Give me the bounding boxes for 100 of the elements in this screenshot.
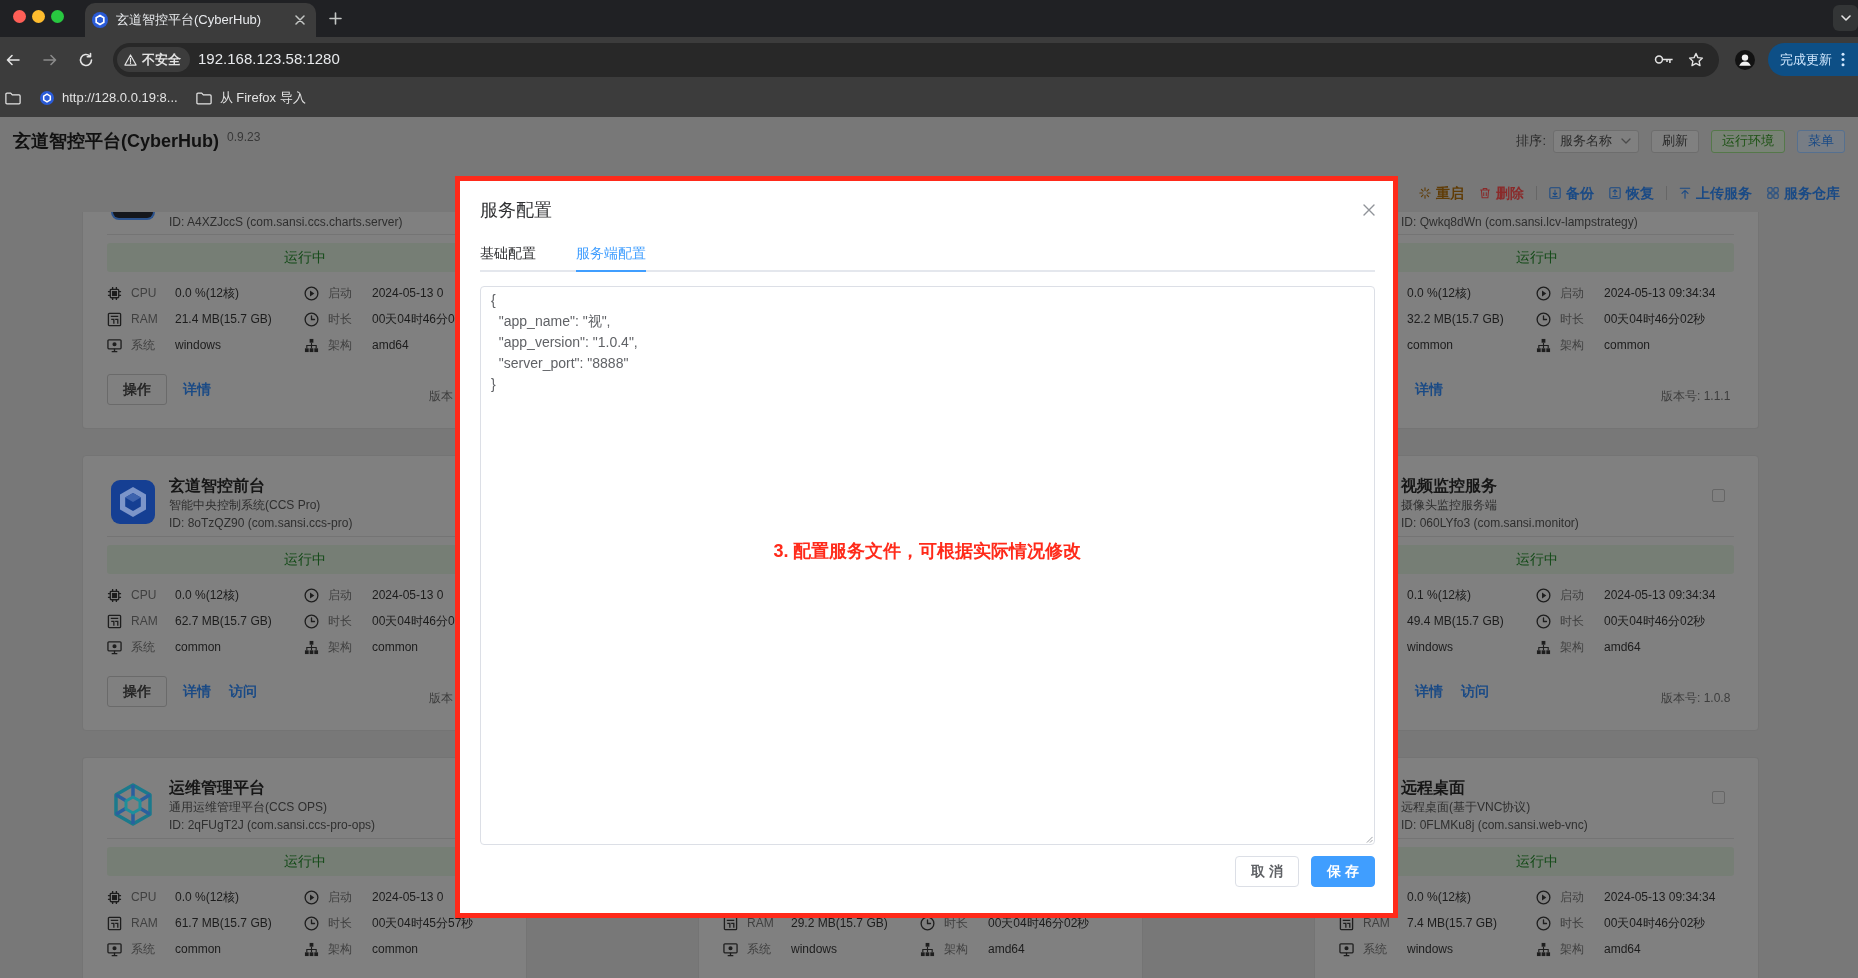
save-button[interactable]: 保 存 [1311,856,1375,887]
sort-select[interactable]: 服务名称 [1553,129,1639,153]
metric-label: CPU [131,889,157,905]
folder-icon[interactable] [5,91,21,105]
service-id: ID: 060LYfo3 (com.sansi.monitor) [1401,515,1579,532]
window-zoom-icon[interactable] [51,10,64,23]
service-description: 摄像头监控服务端 [1401,497,1497,514]
metric-value: 0.0 %(12核) [175,285,240,301]
tab[interactable]: 服务端配置 [576,236,646,272]
monitor-icon [107,337,122,353]
checkbox[interactable] [1712,489,1725,502]
url-field[interactable]: 192.168.123.58:1280 [198,48,340,71]
memory-icon [107,915,122,931]
box-arrow-down-icon [1549,187,1561,199]
reload-icon[interactable] [78,51,94,68]
service-id: ID: 0FLMKu8j (com.sansi.web-vnc) [1401,817,1588,834]
service-name: 运维管理平台 [169,778,265,798]
memory-icon [107,311,122,327]
update-button[interactable]: 完成更新 [1768,43,1858,76]
version-text: 版本 [429,388,453,405]
dialog-title: 服务配置 [480,199,552,222]
hierarchy-icon [304,639,319,655]
backup-button[interactable]: 备份 [1549,182,1594,204]
service-name: 视频监控服务 [1401,476,1497,496]
metric-value: 2024-05-13 0 [372,889,444,905]
metric-label: RAM [131,915,158,931]
metric-label: 时长 [1560,311,1584,327]
profile-avatar-icon[interactable] [1735,49,1755,70]
monitor-icon [723,941,738,957]
service-name: 玄道智控前台 [169,476,265,496]
memory-icon [723,915,738,931]
bookmark[interactable]: http://128.0.0.19:8... [40,88,178,108]
window-close-icon[interactable] [13,10,26,23]
more-icon[interactable] [1841,52,1845,67]
grid-icon [1767,187,1779,199]
metric-label: CPU [131,285,157,301]
metric-label: 架构 [328,337,352,353]
cancel-button[interactable]: 取 消 [1235,856,1300,887]
resize-grip-icon[interactable] [1366,836,1373,843]
close-icon[interactable] [1363,204,1375,216]
window-minimize-icon[interactable] [32,10,45,23]
metric-value: 2024-05-13 09:34:34 [1604,285,1716,301]
action-link[interactable]: 详情 [183,374,211,405]
metric-value: 2024-05-13 09:34:34 [1604,889,1716,905]
metric-value: windows [175,337,222,353]
upload-button[interactable]: 上传服务 [1679,182,1752,204]
header-button[interactable]: 刷新 [1651,129,1699,153]
action-link[interactable]: 访问 [1461,676,1489,707]
metric-label: 时长 [328,915,352,931]
metric-value: 00天04时46分02秒 [988,915,1090,931]
checkbox[interactable] [1712,791,1725,804]
action-link[interactable]: 详情 [1415,676,1443,707]
metric-value: common [1407,337,1453,353]
metric-label: 架构 [1560,337,1584,353]
favicon-icon [40,91,54,105]
service-id: ID: Qwkq8dWn (com.sansi.lcv-lampstrategy) [1401,214,1638,231]
metric-value: 00天04时45分57秒 [372,915,474,931]
restore-button[interactable]: 恢复 [1609,182,1654,204]
play-circle-icon [1536,587,1551,603]
version-label: 0.9.23 [227,129,261,145]
metric-value: 29.2 MB(15.7 GB) [791,915,888,931]
tab-list-button[interactable] [1833,5,1858,31]
metric-label: 时长 [1560,915,1584,931]
security-chip[interactable]: 不安全 [117,47,190,72]
monitor-icon [1339,941,1354,957]
plus-icon[interactable] [329,12,342,25]
service-id: ID: 8oTzQZ90 (com.sansi.ccs-pro) [169,515,353,532]
delete-button[interactable]: 删除 [1479,182,1524,204]
clock-icon [1536,613,1551,629]
service-name: 远程桌面 [1401,778,1465,798]
action-button[interactable]: 操作 [107,374,167,405]
service-id: ID: 2qFUgT2J (com.sansi.ccs-pro-ops) [169,817,376,834]
chip-icon [107,587,122,603]
metric-label: 时长 [328,311,352,327]
metric-value: 61.7 MB(15.7 GB) [175,915,272,931]
metric-value: 2024-05-13 09:34:34 [1604,587,1716,603]
metric-value: 0.0 %(12核) [1407,285,1472,301]
service-description: 通用运维管理平台(CCS OPS) [169,799,327,816]
metric-label: RAM [1363,915,1390,931]
action-link[interactable]: 访问 [229,676,257,707]
restart-button[interactable]: 重启 [1419,182,1464,204]
browser-tab[interactable]: 玄道智控平台(CyberHub) [85,3,316,37]
clock-icon [1536,311,1551,327]
action-link[interactable]: 详情 [1415,374,1443,405]
action-link[interactable]: 详情 [183,676,211,707]
close-icon[interactable] [295,15,305,25]
metric-value: 0.1 %(12核) [1407,587,1472,603]
header-button[interactable]: 菜单 [1797,129,1845,153]
metric-label: 架构 [328,941,352,957]
bookmark-folder[interactable]: 从 Firefox 导入 [195,88,306,108]
header-button[interactable]: 运行环境 [1711,129,1785,153]
metric-value: amd64 [1604,941,1641,957]
metric-value: 00天04时46分02秒 [1604,311,1706,327]
sort-label: 排序: [1516,132,1546,151]
action-button[interactable]: 操作 [107,676,167,707]
hierarchy-icon [304,941,319,957]
repository-button[interactable]: 服务仓库 [1767,182,1840,204]
key-icon[interactable] [1654,54,1674,65]
star-icon[interactable] [1688,51,1704,68]
metric-value: 49.4 MB(15.7 GB) [1407,613,1504,629]
